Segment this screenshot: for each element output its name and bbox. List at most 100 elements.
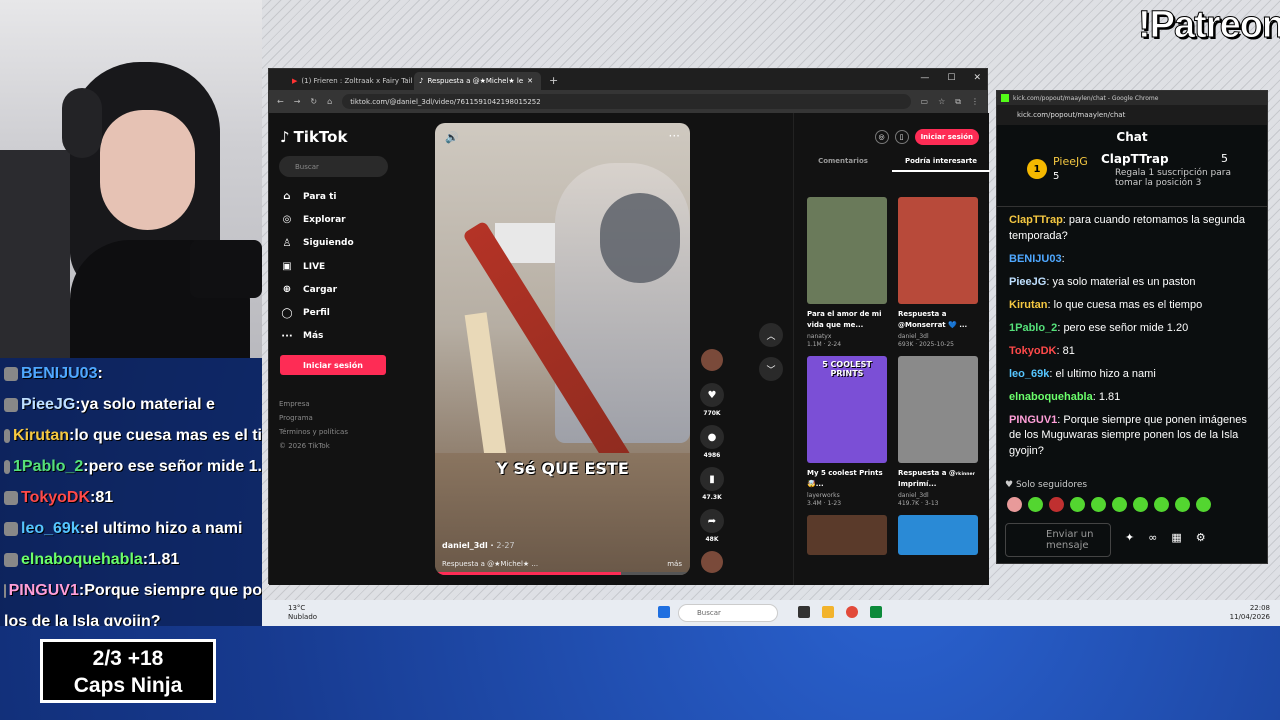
app-icon[interactable] <box>870 606 882 618</box>
more-icon[interactable]: ··· <box>669 129 680 143</box>
close-icon[interactable]: ✕ <box>527 77 533 85</box>
chat-username[interactable]: TokyoDK <box>1009 345 1056 357</box>
thumbnail <box>807 197 887 304</box>
suggestion-card[interactable] <box>898 515 978 555</box>
reload-icon[interactable]: ↻ <box>310 97 317 106</box>
clock[interactable]: 22:08 11/04/2026 <box>1230 604 1270 622</box>
forward-icon[interactable]: → <box>294 97 301 106</box>
tab-tiktok[interactable]: ♪ Respuesta a @★Michel★ le ✕ <box>414 72 541 90</box>
tiktok-nav: ⌂ Para ti ◎ Explorar ♙ Siguiendo ▣ LIVE ⊕ Cargar ◯… <box>281 185 354 348</box>
chat-messages: ClapTTrap: para cuando retomamos la segu… <box>1009 213 1261 467</box>
chevron-up-icon[interactable]: ︿ <box>759 323 783 347</box>
share-icon[interactable]: ➦ <box>700 509 724 533</box>
search-input[interactable]: Buscar <box>279 156 388 177</box>
nav-icon: ♙ <box>282 237 292 249</box>
emote[interactable] <box>1091 497 1106 512</box>
bookmark-icon[interactable]: ▮ <box>700 467 724 491</box>
tab-frieren[interactable]: ▶(1) Frieren : Zoltraak x Fairy Tail✕ <box>287 72 414 90</box>
chat-username[interactable]: 1Pablo_2 <box>1009 322 1057 334</box>
chat-username[interactable]: PieeJG <box>1009 276 1046 288</box>
chat-username[interactable]: BENIJU03 <box>1009 253 1062 265</box>
emote[interactable] <box>1133 497 1148 512</box>
music-disc[interactable] <box>701 551 723 573</box>
nav-item[interactable]: ♙ Siguiendo <box>281 232 354 255</box>
emote[interactable] <box>1028 497 1043 512</box>
footer-link[interactable]: Empresa <box>279 397 348 411</box>
back-icon[interactable]: ← <box>277 97 284 106</box>
nav-item[interactable]: ··· Más <box>281 325 354 348</box>
task-view-icon[interactable] <box>798 606 810 618</box>
login-button-top[interactable]: Iniciar sesión <box>914 129 979 145</box>
message-text: lo que cuesa mas es el ti <box>74 426 262 444</box>
footer-link[interactable]: Programa <box>279 411 348 425</box>
menu-icon[interactable]: ⋮ <box>971 97 979 106</box>
emote[interactable] <box>1196 497 1211 512</box>
suggestion-card[interactable] <box>807 515 887 555</box>
suggestion-card[interactable]: Respuesta a @ᵣₖᵢₙₙₑᵣ Imprimí... daniel_3d… <box>898 356 978 507</box>
overlay-chat-line: BENIJU03 : <box>0 358 262 389</box>
nav-item[interactable]: ◯ Perfil <box>281 301 354 324</box>
infinity-icon[interactable]: ∞ <box>1148 531 1157 544</box>
emote[interactable] <box>1049 497 1064 512</box>
close-window-button[interactable]: ✕ <box>973 73 981 83</box>
coin-icon[interactable]: ◎ <box>874 130 889 144</box>
tiktok-right-panel: ◎ ▯ Iniciar sesión Comentarios Podría inter… <box>793 113 990 585</box>
chat-username[interactable]: PINGUV1 <box>1009 414 1057 426</box>
more-link[interactable]: más <box>667 560 682 568</box>
thumbnail <box>807 515 887 555</box>
store-icon[interactable]: ▦ <box>1171 531 1181 544</box>
nav-item[interactable]: ⊕ Cargar <box>281 278 354 301</box>
extensions-icon[interactable]: ⧉ <box>955 97 961 107</box>
chat-message: Kirutan: lo que cuesa mas es el tiempo <box>1009 298 1203 311</box>
emote[interactable] <box>1070 497 1085 512</box>
emote[interactable] <box>1007 497 1022 512</box>
taskbar-search[interactable]: Buscar <box>678 604 778 622</box>
chat-input[interactable]: Enviar un mensaje <box>1005 523 1111 557</box>
file-explorer-icon[interactable] <box>822 606 834 618</box>
emote[interactable] <box>1112 497 1127 512</box>
cast-icon[interactable]: ▭ <box>921 97 929 106</box>
phone-icon[interactable]: ▯ <box>894 130 909 144</box>
suggestion-card[interactable]: Para el amor de mi vida que me... nanatyx… <box>807 197 887 348</box>
star-icon[interactable]: ☆ <box>938 97 945 106</box>
weather-widget[interactable]: 13°C Nublado <box>288 604 317 622</box>
minimize-button[interactable]: — <box>920 73 929 83</box>
chat-username[interactable]: elnaboquehabla <box>1009 391 1093 403</box>
video-author[interactable]: daniel_3dl · 2-27 <box>442 541 515 550</box>
footer-link[interactable]: Términos y políticas <box>279 425 348 439</box>
nav-item[interactable]: ⌂ Para ti <box>281 185 354 208</box>
suggestion-card[interactable]: 5 COOLEST PRINTS My 5 coolest Prints🤯... l… <box>807 356 887 507</box>
comment-icon[interactable]: ● <box>700 425 724 449</box>
video-player[interactable]: 🔊 ··· Y Sé QUE ESTE daniel_3dl · 2-27 Re… <box>435 123 690 575</box>
new-tab-button[interactable]: + <box>541 74 566 90</box>
tiktok-logo[interactable]: ♪ TikTok <box>280 128 347 146</box>
windows-start-icon[interactable] <box>658 606 670 618</box>
video-progress[interactable] <box>435 572 690 575</box>
chat-username[interactable]: leo_69k <box>1009 368 1049 380</box>
chat-username[interactable]: Kirutan <box>1009 299 1048 311</box>
nav-item[interactable]: ▣ LIVE <box>281 255 354 278</box>
volume-icon[interactable]: 🔊 <box>445 131 459 144</box>
emote[interactable] <box>1154 497 1169 512</box>
tab-suggestions[interactable]: Podría interesarte <box>892 157 990 172</box>
creator-avatar[interactable] <box>701 349 723 371</box>
suggestion-card[interactable]: Respuesta a @Monserrat 💙 ... daniel_3dl 69… <box>898 197 978 348</box>
like-icon[interactable]: ♥ <box>700 383 724 407</box>
maximize-button[interactable]: ☐ <box>947 73 955 83</box>
emote[interactable] <box>1175 497 1190 512</box>
chat-username[interactable]: ClapTTrap <box>1009 214 1063 226</box>
chat-message: PieeJG: ya solo material es un paston <box>1009 275 1196 288</box>
home-icon[interactable]: ⌂ <box>327 97 332 106</box>
nav-item[interactable]: ◎ Explorar <box>281 208 354 231</box>
chrome-icon[interactable] <box>846 606 858 618</box>
kick-url[interactable]: kick.com/popout/maaylen/chat <box>997 105 1267 125</box>
message-text: pero ese señor mide 1. <box>88 457 262 475</box>
gear-icon[interactable]: ⚙ <box>1196 531 1206 544</box>
url-field[interactable]: tiktok.com/@daniel_3dl/video/76115910421… <box>342 94 911 109</box>
sidebar-footer: Empresa Programa Términos y políticas © 202… <box>279 397 348 453</box>
chevron-down-icon[interactable]: ﹀ <box>759 357 783 381</box>
tab-comments[interactable]: Comentarios <box>794 157 892 172</box>
gift-icon[interactable]: ✦ <box>1125 531 1134 544</box>
footer-link[interactable]: © 2026 TikTok <box>279 439 348 453</box>
login-button[interactable]: Iniciar sesión <box>280 355 386 375</box>
